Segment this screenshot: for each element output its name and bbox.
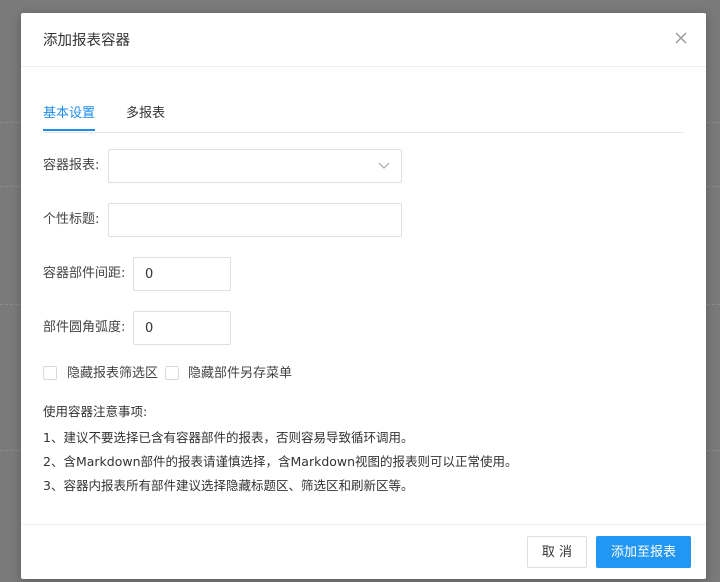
note-item: 2、含Markdown部件的报表请谨慎选择，含Markdown视图的报表则可以正… <box>43 454 518 469</box>
hide-filter-label: 隐藏报表筛选区 <box>67 366 159 381</box>
corner-radius-label: 部件圆角弧度: <box>43 320 126 335</box>
close-button[interactable] <box>672 29 690 47</box>
tab-multi-report[interactable]: 多报表 <box>126 102 165 129</box>
dialog-footer: 取 消 添加至报表 <box>21 524 706 580</box>
hide-save-menu-checkbox[interactable] <box>165 366 179 380</box>
note-item: 1、建议不要选择已含有容器部件的报表，否则容易导致循环调用。 <box>43 430 414 445</box>
component-spacing-label: 容器部件间距: <box>43 266 126 281</box>
close-icon <box>675 32 687 44</box>
notes-heading: 使用容器注意事项: <box>43 404 148 419</box>
dialog-header: 添加报表容器 <box>21 13 706 67</box>
note-item: 3、容器内报表所有部件建议选择隐藏标题区、筛选区和刷新区等。 <box>43 478 414 493</box>
hide-filter-checkbox[interactable] <box>43 366 57 380</box>
add-to-report-button[interactable]: 添加至报表 <box>596 536 691 568</box>
hide-save-menu-label: 隐藏部件另存菜单 <box>188 366 293 381</box>
add-report-container-dialog: 添加报表容器 基本设置 多报表 容器报表: 个性标题: 容器部件间距: 部件圆角… <box>21 13 706 579</box>
cancel-button[interactable]: 取 消 <box>527 536 587 568</box>
component-spacing-input[interactable] <box>133 257 231 291</box>
tab-basic-settings[interactable]: 基本设置 <box>43 102 96 131</box>
corner-radius-input[interactable] <box>133 311 231 345</box>
dialog-tabs: 基本设置 多报表 <box>43 102 683 133</box>
container-report-label: 容器报表: <box>43 158 100 173</box>
custom-title-input[interactable] <box>108 203 402 237</box>
custom-title-label: 个性标题: <box>43 212 100 227</box>
dialog-title: 添加报表容器 <box>43 33 130 49</box>
container-report-select[interactable] <box>108 149 402 183</box>
chevron-down-icon <box>378 162 390 169</box>
